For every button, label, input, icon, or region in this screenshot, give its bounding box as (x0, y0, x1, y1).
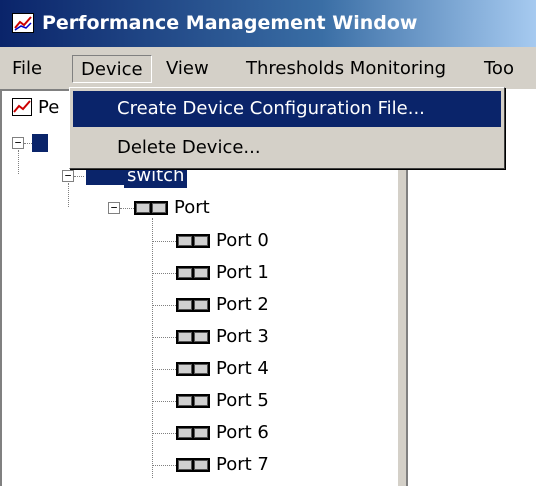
tree-node-port[interactable]: Port 3 (216, 325, 269, 349)
collapse-icon[interactable]: − (108, 202, 120, 214)
tree-node-port[interactable]: Port 4 (216, 357, 269, 381)
menu-view[interactable]: View (158, 55, 217, 83)
port-icon (176, 330, 210, 344)
menu-item-create-device-config[interactable]: Create Device Configuration File... (73, 91, 501, 127)
port-icon (176, 426, 210, 440)
menu-device[interactable]: Device (72, 55, 152, 83)
title-bar[interactable]: Performance Management Window (0, 0, 536, 47)
menu-thresholds-monitoring[interactable]: Thresholds Monitoring (238, 55, 454, 83)
tree-node-port[interactable]: Port 1 (216, 261, 269, 285)
port-icon (176, 362, 210, 376)
collapse-icon[interactable]: − (62, 170, 74, 182)
tree-node-port[interactable]: Port 0 (216, 229, 269, 253)
tree-node-port[interactable]: Port 2 (216, 293, 269, 317)
network-icon (32, 134, 48, 152)
tree-node-port[interactable]: Port 6 (216, 421, 269, 445)
port-icon (176, 298, 210, 312)
collapse-icon[interactable]: − (12, 137, 24, 149)
port-icon (176, 458, 210, 472)
port-icon (176, 234, 210, 248)
device-menu-dropdown: Create Device Configuration File... Dele… (69, 87, 505, 169)
menu-file[interactable]: File (4, 55, 50, 83)
port-icon (134, 201, 168, 215)
tree-node-port[interactable]: Port 7 (216, 453, 269, 477)
port-icon (176, 394, 210, 408)
performance-chart-icon (12, 98, 32, 116)
tree-node-port-group[interactable]: Port (174, 196, 210, 220)
port-icon (176, 266, 210, 280)
menu-bar: File Device View Thresholds Monitoring T… (0, 47, 536, 90)
switch-icon (86, 167, 124, 185)
window-title: Performance Management Window (42, 12, 418, 34)
tree-node-port[interactable]: Port 5 (216, 389, 269, 413)
performance-chart-icon (12, 13, 34, 33)
tree-root-label[interactable]: Pe (38, 96, 59, 120)
menu-item-delete-device[interactable]: Delete Device... (73, 130, 501, 166)
menu-tools[interactable]: Too (476, 55, 522, 83)
